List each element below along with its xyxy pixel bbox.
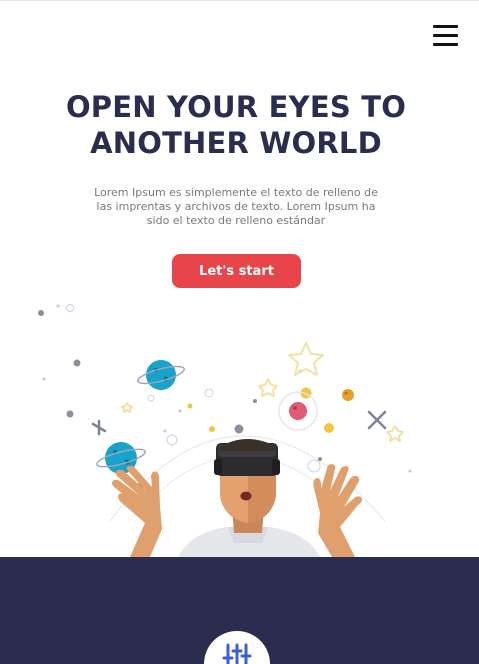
- menu-bar-middle: [433, 34, 458, 37]
- lets-start-button[interactable]: Let's start: [172, 254, 301, 288]
- hero-title: OPEN YOUR EYES TO ANOTHER WORLD: [0, 89, 472, 161]
- hero-title-line-2: ANOTHER WORLD: [90, 126, 382, 160]
- hero-title-line-1: OPEN YOUR EYES TO: [65, 90, 407, 124]
- page: OPEN YOUR EYES TO ANOTHER WORLD Lorem Ip…: [0, 0, 479, 664]
- sliders-icon: [222, 643, 252, 664]
- vr-headset-person-space-illustration: [38, 304, 412, 557]
- menu-bar-top: [433, 25, 458, 28]
- hero-description: Lorem Ipsum es simplemente el texto de r…: [94, 186, 378, 227]
- menu-bar-bottom: [433, 43, 458, 46]
- hamburger-menu-icon[interactable]: [433, 25, 458, 46]
